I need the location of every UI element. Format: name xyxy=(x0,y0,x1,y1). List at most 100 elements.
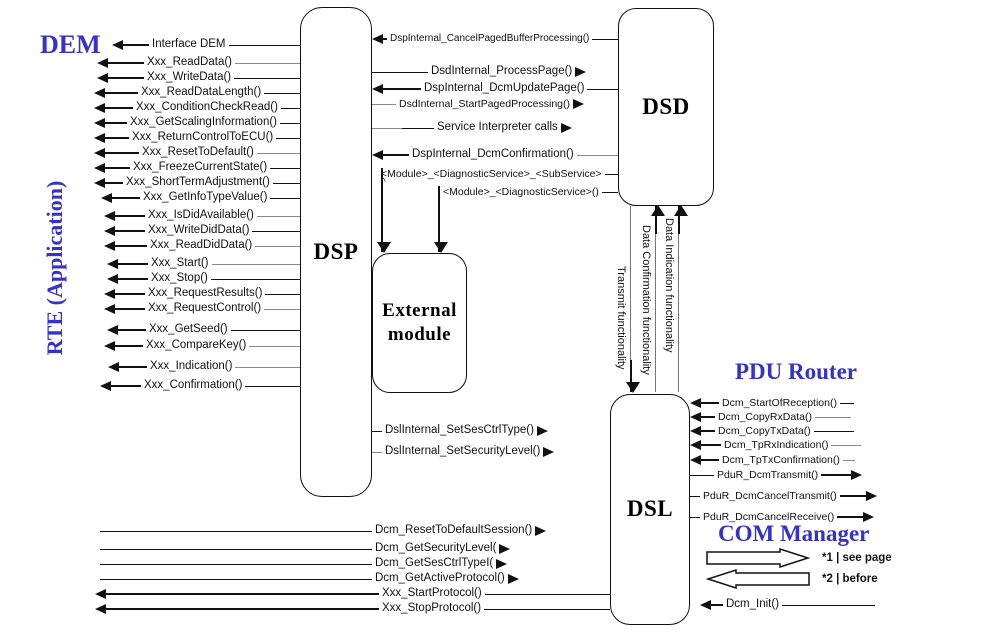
connector-row-xxx-readdiddata: Xxx_ReadDidData() xyxy=(104,239,300,253)
arrowhead-left-icon xyxy=(104,304,115,314)
connector-row-xxx-getseed: Xxx_GetSeed() xyxy=(107,323,300,337)
connector-label: Dcm_Init() xyxy=(726,598,780,611)
arrowhead-left-icon xyxy=(107,259,118,269)
module-label-dsp: DSP xyxy=(313,238,359,264)
arrowhead-right-icon xyxy=(865,491,877,501)
arrowhead-left-icon xyxy=(94,133,105,143)
arrowhead-left-icon xyxy=(94,118,105,128)
connector-label: DslInternal_SetSesCtrlType() xyxy=(385,424,534,437)
arrowhead-left-icon xyxy=(94,148,105,158)
connector-row-dspinternal-dcmupdatepage: DspInternal_DcmUpdatePage() xyxy=(372,82,618,96)
connector-row-xxx-requestresults: Xxx_RequestResults() xyxy=(104,287,300,301)
connector-label: Interface DEM xyxy=(152,38,226,51)
arrowhead-right-icon xyxy=(543,447,555,457)
connector-row-dcm-resettodefaultsession: Dcm_ResetToDefaultSession() xyxy=(100,524,610,538)
heading-dem: DEM xyxy=(40,30,101,59)
connector-row-xxx-resettodefault: Xxx_ResetToDefault() xyxy=(94,146,300,160)
arrowhead-left-icon xyxy=(104,241,115,251)
arrowhead-left-icon xyxy=(95,604,106,614)
connector-row-dcm-tprxindication: Dcm_TpRxIndication() xyxy=(690,438,974,452)
arrowhead-right-icon xyxy=(507,574,519,584)
connector-label: DslInternal_SetSecurityLevel() xyxy=(385,445,541,458)
arrowhead-right-icon xyxy=(851,470,863,480)
module-box-external: External module xyxy=(372,253,467,393)
connector-row-xxx-confirmation: Xxx_Confirmation() xyxy=(100,379,300,393)
connector-label: Dcm_TpTxConfirmation() xyxy=(722,453,840,466)
vertical-arrow-to-external-2 xyxy=(434,186,448,253)
connector-label: Xxx_IsDidAvailable() xyxy=(148,209,254,222)
arrowhead-left-icon xyxy=(690,440,701,450)
connector-row-xxx-stopprotocol: Xxx_StopProtocol() xyxy=(95,602,610,616)
connector-row-dcm-getsesctrltype: Dcm_GetSesCtrlTypeI( xyxy=(100,557,610,571)
connector-row-xxx-start: Xxx_Start() xyxy=(107,257,300,271)
vertical-label-data-confirmation-functionality: Data Confirmation functionality xyxy=(640,225,652,375)
connector-row-pdur-dcmcancelreceive: PduR_DcmCancelReceive() xyxy=(690,510,984,524)
connector-label: Xxx_RequestResults() xyxy=(148,287,263,300)
arrowhead-left-icon xyxy=(100,381,111,391)
connector-row-xxx-getscalinginformation: Xxx_GetScalingInformation() xyxy=(94,116,300,130)
connector-row-dspinternal-cancelpagedbufferprocessing: DspInternal_CancelPagedBufferProcessing(… xyxy=(372,32,618,46)
connector-label: DspInternal_DcmConfirmation() xyxy=(412,148,574,161)
arrowhead-left-icon xyxy=(107,274,118,284)
connector-label: Xxx_FreezeCurrentState() xyxy=(133,161,268,174)
connector-row-dsdinternal-startpagedprocessing: DsdInternal_StartPagedProcessing() xyxy=(372,97,618,111)
connector-label: Xxx_ReadDataLength() xyxy=(141,86,262,99)
arrowhead-left-icon xyxy=(690,398,701,408)
legend-item-see-page: *1 | see page xyxy=(706,548,892,568)
module-box-dsl: DSL xyxy=(610,394,690,625)
arrowhead-left-icon xyxy=(94,88,105,98)
vertical-arrow-data-confirmation-up xyxy=(651,205,665,234)
arrowhead-left-icon xyxy=(104,226,115,236)
arrowhead-right-icon xyxy=(575,67,587,77)
connector-row-xxx-conditioncheckread: Xxx_ConditionCheckRead() xyxy=(94,101,300,115)
heading-pdu-router: PDU Router xyxy=(735,359,857,384)
connector-label: Dcm_CopyRxData() xyxy=(718,410,812,423)
vertical-arrow-data-indication-up xyxy=(674,205,688,234)
connector-label: PduR_DcmCancelTransmit() xyxy=(703,489,837,502)
arrowhead-right-icon xyxy=(535,526,547,536)
connector-row-xxx-comparekey: Xxx_CompareKey() xyxy=(104,339,300,353)
connector-label: Service Interpreter calls xyxy=(437,121,558,134)
vertical-label-data-indication-functionality: Data Indication functionality xyxy=(663,218,675,353)
diagram-canvas: DSP DSD DSL External module DEM RTE (App… xyxy=(0,0,1004,643)
arrowhead-left-icon xyxy=(95,589,106,599)
arrowhead-left-icon xyxy=(372,84,383,94)
connector-label: Dcm_CopyTxData() xyxy=(718,424,811,437)
connector-row-xxx-freezecurrentstate: Xxx_FreezeCurrentState() xyxy=(94,161,300,175)
connector-label: Xxx_Indication() xyxy=(150,360,233,373)
module-box-dsp: DSP xyxy=(300,7,372,497)
arrowhead-left-icon xyxy=(112,40,123,50)
connector-row-xxx-isdidavailable: Xxx_IsDidAvailable() xyxy=(104,209,300,223)
connector-label: Xxx_ReturnControlToECU() xyxy=(132,131,274,144)
connector-row-dcm-copyrxdata: Dcm_CopyRxData() xyxy=(690,410,974,424)
connector-row-xxx-writedata: Xxx_WriteData() xyxy=(97,71,300,85)
arrowhead-left-icon xyxy=(104,211,115,221)
arrowhead-left-icon xyxy=(107,325,118,335)
legend-note: *1 | see page xyxy=(822,552,892,564)
connector-row-dcm-getactiveprotocol: Dcm_GetActiveProtocol() xyxy=(100,572,610,586)
vertical-line-transmit xyxy=(630,206,631,384)
connector-row-pdur-dcmcanceltransmit: PduR_DcmCancelTransmit() xyxy=(690,489,984,503)
arrowhead-left-icon xyxy=(97,58,108,68)
connector-row-module-diagnosticservice-subservice: <Module>_<DiagnosticService>_<SubService… xyxy=(378,167,618,181)
connector-row-dcm-copytxdata: Dcm_CopyTxData() xyxy=(690,424,974,438)
connector-label: PduR_DcmCancelReceive() xyxy=(703,510,835,523)
arrowhead-right-icon xyxy=(573,99,585,109)
connector-label: Xxx_ReadData() xyxy=(147,56,233,69)
arrowhead-left-icon xyxy=(101,193,112,203)
connector-label: Xxx_StartProtocol() xyxy=(382,587,482,600)
module-label-external: External module xyxy=(382,299,457,347)
connector-label: Dcm_TpRxIndication() xyxy=(724,438,829,451)
connector-label: Dcm_GetSesCtrlTypeI( xyxy=(375,557,494,570)
arrowhead-left-icon xyxy=(94,178,105,188)
connector-row-dcm-startofreception: Dcm_StartOfReception() xyxy=(690,396,974,410)
connector-row-xxx-returncontroltoecu: Xxx_ReturnControlToECU() xyxy=(94,131,300,145)
arrowhead-left-icon xyxy=(108,362,119,372)
connector-row-xxx-shorttermadjustment: Xxx_ShortTermAdjustment() xyxy=(94,176,300,190)
connector-row-xxx-readdatalength: Xxx_ReadDataLength() xyxy=(94,86,300,100)
arrowhead-left-icon xyxy=(104,289,115,299)
arrowhead-left-icon xyxy=(700,600,711,610)
connector-row-xxx-stop: Xxx_Stop() xyxy=(107,272,300,286)
arrowhead-left-icon xyxy=(94,103,105,113)
module-label-external-line2: module xyxy=(387,324,452,345)
